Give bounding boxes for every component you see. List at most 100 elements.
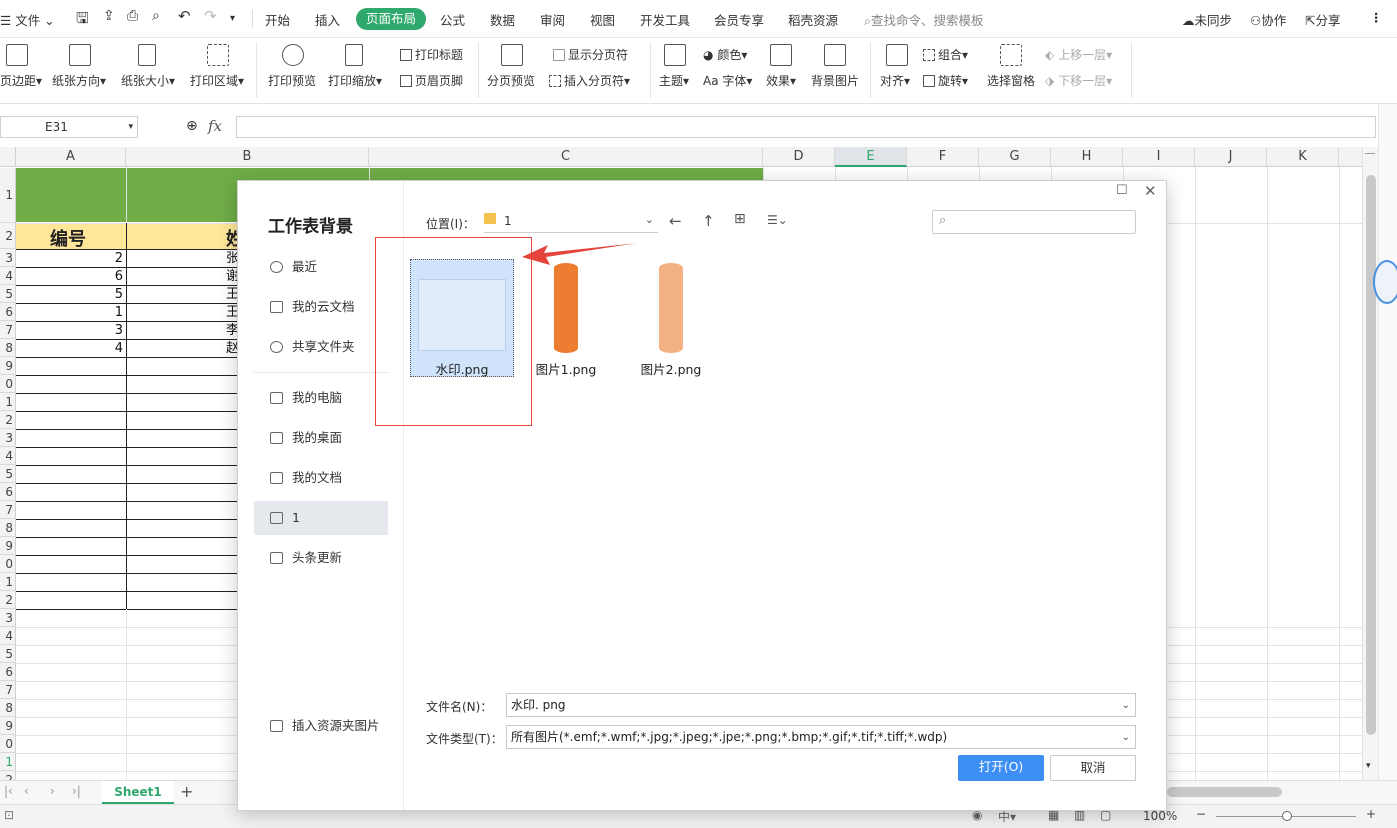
row-header[interactable]: 5 (0, 645, 16, 663)
collab-button[interactable]: ⚇协作 (1250, 10, 1286, 29)
print-area-button[interactable]: 打印区域▾ (190, 72, 244, 89)
redo-icon[interactable]: ↷ (204, 7, 217, 25)
print-preview-button[interactable]: 打印预览 (268, 72, 316, 89)
first-sheet-icon[interactable]: |‹ (4, 784, 13, 798)
theme-button[interactable]: 主题▾ (659, 72, 689, 89)
last-sheet-icon[interactable]: ›| (72, 784, 81, 798)
table-cell-name[interactable]: 张 (226, 250, 237, 267)
row-header[interactable]: 2 (0, 591, 16, 609)
table-cell-name[interactable]: 李 (226, 322, 237, 339)
file-menu[interactable]: ☰ 文件 ⌄ (0, 10, 55, 29)
row-header[interactable]: 2 (0, 223, 16, 249)
orientation-button[interactable]: 纸张方向▾ (52, 72, 106, 89)
tab-docer[interactable]: 稻壳资源 (788, 10, 838, 29)
up-icon[interactable]: ↑ (702, 212, 715, 230)
table-cell-id[interactable]: 5 (16, 286, 126, 303)
cancel-button[interactable]: 取消 (1050, 755, 1136, 781)
effects-button[interactable]: 效果▾ (766, 72, 796, 89)
export-icon[interactable]: ⇪ (103, 8, 115, 24)
horizontal-scroll-thumb[interactable] (1167, 787, 1282, 797)
table-cell-name[interactable]: 王 (226, 286, 237, 303)
add-sheet-icon[interactable]: + (180, 782, 193, 801)
filetype-select[interactable]: 所有图片(*.emf;*.wmf;*.jpg;*.jpeg;*.jpe;*.pn… (506, 725, 1136, 749)
scroll-down-icon[interactable]: ▾ (1366, 761, 1371, 771)
vertical-scrollbar[interactable]: ▾ (1362, 147, 1378, 780)
fonts-button[interactable]: Aa 字体▾ (703, 72, 752, 89)
row-header[interactable]: 8 (0, 699, 16, 717)
print-preview-icon[interactable]: ⌕ (152, 8, 160, 24)
print-scale-button[interactable]: 打印缩放▾ (328, 72, 382, 89)
sidebar-item-folder-1[interactable]: 1 (254, 501, 388, 535)
sidebar-item-recent[interactable]: 最近 (254, 250, 388, 284)
row-header[interactable]: 5 (0, 465, 16, 483)
row-header[interactable]: 1 (0, 393, 16, 411)
row-header[interactable]: 7 (0, 501, 16, 519)
undo-icon[interactable]: ↶ (178, 7, 191, 25)
new-folder-icon[interactable]: ⊞ (734, 211, 746, 227)
tab-home[interactable]: 开始 (265, 10, 290, 29)
sidebar-item-shared[interactable]: 共享文件夹 (254, 330, 388, 364)
row-header[interactable]: 7 (0, 681, 16, 699)
table-cell-id[interactable]: 2 (16, 250, 126, 267)
view-mode-icon[interactable]: ☰⌄ (767, 213, 788, 227)
sidebar-item-cloud-docs[interactable]: 我的云文档 (254, 290, 388, 324)
zoom-slider-thumb[interactable] (1282, 811, 1292, 821)
colors-button[interactable]: ◕ 颜色▾ (703, 46, 747, 63)
row-header[interactable]: 5 (0, 285, 16, 303)
row-header[interactable]: 9 (0, 537, 16, 555)
row-header[interactable]: 4 (0, 627, 16, 645)
table-cell-id[interactable]: 1 (16, 304, 126, 321)
sidebar-item-toutiao[interactable]: 头条更新 (254, 541, 388, 575)
filename-input[interactable]: 水印. png ⌄ (506, 693, 1136, 717)
quick-access-dropdown-icon[interactable]: ▾ (230, 13, 235, 24)
column-header-b[interactable]: B (126, 147, 369, 167)
rotate-button[interactable]: 旋转▾ (923, 72, 968, 89)
zoom-level[interactable]: 100% (1143, 809, 1177, 823)
row-header[interactable]: 0 (0, 555, 16, 573)
fx-icon[interactable]: fx (208, 117, 222, 135)
header-footer-button[interactable]: 页眉页脚 (400, 72, 463, 89)
scroll-thumb[interactable] (1366, 175, 1376, 735)
row-header[interactable]: 0 (0, 375, 16, 393)
row-header[interactable]: 9 (0, 717, 16, 735)
align-button[interactable]: 对齐▾ (880, 72, 910, 89)
file-item-image1[interactable]: 图片1.png (514, 259, 618, 379)
row-header[interactable]: 3 (0, 429, 16, 447)
table-cell-name[interactable]: 赵 (226, 340, 237, 357)
row-header[interactable]: 6 (0, 663, 16, 681)
dialog-search-input[interactable]: ⌕ (932, 210, 1136, 234)
column-header-g[interactable]: G (979, 147, 1051, 167)
row-header[interactable]: 8 (0, 519, 16, 537)
more-icon[interactable]: ⋮ (1370, 10, 1383, 25)
row-header[interactable]: 2 (0, 411, 16, 429)
tab-developer[interactable]: 开发工具 (640, 10, 690, 29)
sheet-tab-sheet1[interactable]: Sheet1 (102, 781, 174, 804)
paper-size-button[interactable]: 纸张大小▾ (121, 72, 175, 89)
row-header[interactable]: 4 (0, 447, 16, 465)
save-icon[interactable]: 🖫 (76, 8, 89, 33)
command-search[interactable]: ⌕查找命令、搜索模板 (864, 10, 984, 29)
send-backward-button[interactable]: ⬗ 下移一层▾ (1045, 72, 1112, 89)
row-header[interactable]: 2 (0, 771, 16, 780)
tab-review[interactable]: 审阅 (540, 10, 565, 29)
column-header-c[interactable]: C (369, 147, 763, 167)
tab-data[interactable]: 数据 (490, 10, 515, 29)
page-break-preview-button[interactable]: 分页预览 (487, 72, 535, 89)
row-header[interactable]: 1 (0, 573, 16, 591)
row-header[interactable]: 1 (0, 753, 16, 771)
sidebar-item-my-documents[interactable]: 我的文档 (254, 461, 388, 495)
zoom-formula-icon[interactable]: ⊕ (186, 118, 198, 134)
zoom-out-icon[interactable]: − (1196, 807, 1206, 821)
show-page-breaks-checkbox[interactable]: 显示分页符 (553, 46, 628, 63)
macro-icon[interactable]: ⊡ (4, 808, 14, 822)
column-header-d[interactable]: D (763, 147, 835, 167)
row-header[interactable]: 1 (0, 168, 16, 223)
column-header-i[interactable]: I (1123, 147, 1195, 167)
prev-sheet-icon[interactable]: ‹ (24, 784, 29, 798)
back-icon[interactable]: ← (669, 212, 682, 230)
tab-view[interactable]: 视图 (590, 10, 615, 29)
table-cell-id[interactable]: 3 (16, 322, 126, 339)
zoom-in-icon[interactable]: + (1366, 807, 1376, 821)
print-icon[interactable]: ⎙ (127, 8, 138, 24)
table-cell-name[interactable]: 谢 (226, 268, 237, 285)
